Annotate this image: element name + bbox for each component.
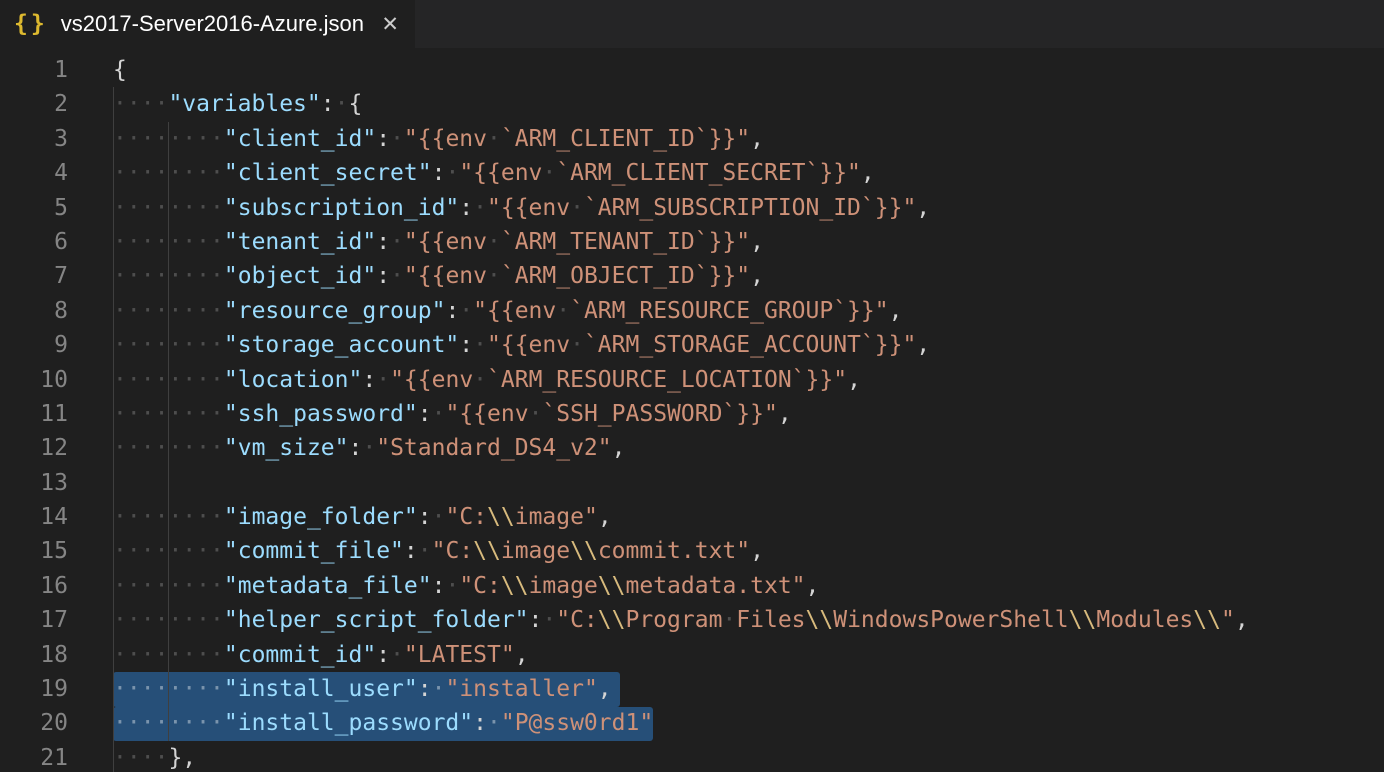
code-line[interactable]: 6 ········"tenant_id":·"{{env·`ARM_TENANT…: [0, 225, 1384, 259]
code-line[interactable]: 12 ········"vm_size":·"Standard_DS4_v2",: [0, 431, 1384, 465]
code-text: ········"resource_group":·"{{env·`ARM_RE…: [113, 294, 902, 328]
code-line[interactable]: 8 ········"resource_group":·"{{env·`ARM_R…: [0, 294, 1384, 328]
code-text: ········"vm_size":·"Standard_DS4_v2",: [113, 431, 625, 465]
code-text: ········"tenant_id":·"{{env·`ARM_TENANT_…: [113, 225, 764, 259]
code-text: ········"location":·"{{env·`ARM_RESOURCE…: [113, 363, 861, 397]
tab-bar: {} vs2017-Server2016-Azure.json ✕: [0, 0, 1384, 48]
code-line[interactable]: 18 ········"commit_id":·"LATEST",: [0, 638, 1384, 672]
code-line[interactable]: 16 ········"metadata_file":·"C:\\image\\m…: [0, 569, 1384, 603]
code-line[interactable]: 17 ········"helper_script_folder":·"C:\\P…: [0, 603, 1384, 637]
tab-vs2017-server2016-azure-json[interactable]: {} vs2017-Server2016-Azure.json ✕: [0, 0, 415, 48]
line-number[interactable]: 9: [0, 328, 68, 362]
line-number[interactable]: 11: [0, 397, 68, 431]
code-line[interactable]: 19 ········"install_user":·"installer",: [0, 672, 1384, 706]
code-lines[interactable]: 1{2····"variables":·{3········"client_id…: [0, 53, 1384, 772]
line-number[interactable]: 3: [0, 122, 68, 156]
code-line[interactable]: 14 ········"image_folder":·"C:\\image",: [0, 500, 1384, 534]
code-line[interactable]: 21 ····},: [0, 741, 1384, 772]
code-text: ········"object_id":·"{{env·`ARM_OBJECT_…: [113, 259, 764, 293]
line-number[interactable]: 7: [0, 259, 68, 293]
line-number[interactable]: 1: [0, 53, 68, 87]
code-text: ········"client_secret":·"{{env·`ARM_CLI…: [113, 156, 875, 190]
line-number[interactable]: 17: [0, 603, 68, 637]
line-number[interactable]: 15: [0, 534, 68, 568]
code-text: ········"commit_file":·"C:\\image\\commi…: [113, 534, 764, 568]
code-text: ········"subscription_id":·"{{env·`ARM_S…: [113, 191, 930, 225]
line-number[interactable]: 14: [0, 500, 68, 534]
close-icon[interactable]: ✕: [381, 12, 399, 37]
line-number[interactable]: 16: [0, 569, 68, 603]
code-text: ········"ssh_password":·"{{env·`SSH_PASS…: [113, 397, 792, 431]
code-text: ········"install_password":·"P@ssw0rd1": [113, 706, 653, 740]
code-text: ········"image_folder":·"C:\\image",: [113, 500, 612, 534]
code-text: ········"commit_id":·"LATEST",: [113, 638, 529, 672]
code-line[interactable]: 9 ········"storage_account":·"{{env·`ARM_…: [0, 328, 1384, 362]
line-number[interactable]: 6: [0, 225, 68, 259]
code-text: ····"variables":·{: [113, 87, 362, 121]
code-text: ········"client_id":·"{{env·`ARM_CLIENT_…: [113, 122, 764, 156]
code-text: ········"helper_script_folder":·"C:\\Pro…: [113, 603, 1249, 637]
code-text: ····},: [113, 741, 196, 772]
code-line[interactable]: 1{: [0, 53, 1384, 87]
code-line[interactable]: 7 ········"object_id":·"{{env·`ARM_OBJECT…: [0, 259, 1384, 293]
line-number[interactable]: 4: [0, 156, 68, 190]
line-number[interactable]: 13: [0, 466, 68, 500]
code-editor[interactable]: 1{2····"variables":·{3········"client_id…: [0, 48, 1384, 772]
line-number[interactable]: 18: [0, 638, 68, 672]
code-line[interactable]: 2 ····"variables":·{: [0, 87, 1384, 121]
code-line[interactable]: 11 ········"ssh_password":·"{{env·`SSH_PA…: [0, 397, 1384, 431]
line-number[interactable]: 8: [0, 294, 68, 328]
code-line[interactable]: 20 ········"install_password":·"P@ssw0rd1…: [0, 706, 1384, 740]
code-line[interactable]: 13: [0, 466, 1384, 500]
line-number[interactable]: 20: [0, 706, 68, 740]
line-number[interactable]: 5: [0, 191, 68, 225]
line-number[interactable]: 21: [0, 741, 68, 772]
line-number[interactable]: 12: [0, 431, 68, 465]
json-braces-icon: {}: [14, 11, 48, 37]
code-text: ········"storage_account":·"{{env·`ARM_S…: [113, 328, 930, 362]
tab-title: vs2017-Server2016-Azure.json: [61, 11, 364, 37]
code-text: {: [113, 53, 127, 87]
line-number[interactable]: 19: [0, 672, 68, 706]
line-number[interactable]: 10: [0, 363, 68, 397]
line-number[interactable]: 2: [0, 87, 68, 121]
code-line[interactable]: 5 ········"subscription_id":·"{{env·`ARM_…: [0, 191, 1384, 225]
code-text: ········"metadata_file":·"C:\\image\\met…: [113, 569, 819, 603]
code-line[interactable]: 4 ········"client_secret":·"{{env·`ARM_CL…: [0, 156, 1384, 190]
code-line[interactable]: 10 ········"location":·"{{env·`ARM_RESOUR…: [0, 363, 1384, 397]
code-text: ········"install_user":·"installer",: [113, 672, 612, 706]
code-line[interactable]: 15 ········"commit_file":·"C:\\image\\com…: [0, 534, 1384, 568]
code-line[interactable]: 3 ········"client_id":·"{{env·`ARM_CLIENT…: [0, 122, 1384, 156]
